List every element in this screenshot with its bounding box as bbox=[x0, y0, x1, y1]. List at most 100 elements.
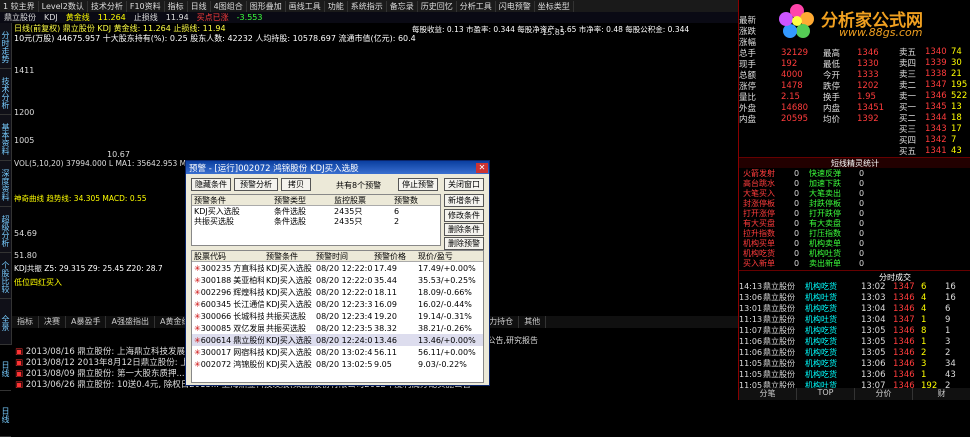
event-stock: 鼎立股份 bbox=[763, 358, 795, 369]
quote-tab[interactable]: 分笔 bbox=[739, 388, 797, 400]
stats-label-2: 卖出新单 bbox=[809, 258, 841, 269]
alert-cell: 08/20 12:23:45 bbox=[314, 312, 372, 321]
left-nav-item[interactable]: 个股比较 bbox=[0, 253, 11, 299]
tick-time: 13:06 bbox=[861, 359, 886, 369]
alert-cell: 9.03/-0.22% bbox=[416, 360, 478, 369]
left-nav: 分时走势技术分析基本资料深度资料超级分析个股比较全景日线日线 bbox=[0, 23, 12, 345]
order-row: 卖三133821 bbox=[739, 68, 970, 79]
alert-row[interactable]: ✳600345长江通信KDJ买入选股08/20 12:23:3616.0916.… bbox=[192, 298, 483, 310]
indicator-tab[interactable]: A暴盈手 bbox=[66, 316, 106, 328]
stats-title: 短线精灵统计 bbox=[739, 158, 970, 168]
order-price: 1342 bbox=[925, 135, 947, 145]
add-condition-button[interactable]: 新增条件 bbox=[444, 194, 484, 207]
alert-row[interactable]: ✳300188美亚柏科KDJ买入选股08/20 12:22:0035.4435.… bbox=[192, 274, 483, 286]
menu-item[interactable]: 4图组合 bbox=[211, 1, 247, 12]
left-nav-item[interactable]: 技术分析 bbox=[0, 69, 11, 115]
indicator-tab[interactable]: 指标 bbox=[12, 316, 39, 328]
quote-tab[interactable]: 财 bbox=[913, 388, 970, 400]
alert-header-cell[interactable]: 预警条件 bbox=[264, 251, 314, 262]
indicator-tab[interactable]: 决赛 bbox=[39, 316, 66, 328]
alert-cell: 08/20 13:02:40 bbox=[314, 348, 372, 357]
toolbar-stop-value: 11.94 bbox=[162, 13, 193, 22]
alert-header-cell[interactable]: 股票代码 bbox=[192, 251, 264, 262]
condition-cell: 共振买选股 bbox=[192, 216, 272, 227]
alert-icon: ✳ bbox=[194, 324, 201, 333]
menu-item[interactable]: 图形叠加 bbox=[247, 1, 286, 12]
dialog-titlebar[interactable]: 预警 - [运行]002072 鸿锦股份 KDJ买入选股 ✕ bbox=[186, 161, 489, 174]
left-nav-item[interactable]: 基本资料 bbox=[0, 115, 11, 161]
condition-table[interactable]: 预警条件预警类型监控股票预警数KDJ买入选股条件选股2435只6共振买选股条件选… bbox=[191, 194, 441, 246]
menu-item[interactable]: 日线 bbox=[188, 1, 211, 12]
menu-item[interactable]: 备忘录 bbox=[387, 1, 418, 12]
close-icon[interactable]: ✕ bbox=[476, 163, 488, 173]
condition-header-cell[interactable]: 监控股票 bbox=[332, 195, 392, 206]
alert-row[interactable]: ✳300066长城科技共振买选股08/20 12:23:4519.2019.14… bbox=[192, 310, 483, 322]
price-axis-1: 1411 bbox=[14, 66, 34, 75]
menu-item[interactable]: 分析工具 bbox=[457, 1, 496, 12]
copy-button[interactable]: 拷贝 bbox=[281, 178, 311, 191]
menu-item[interactable]: 功能 bbox=[325, 1, 348, 12]
alert-row[interactable]: ✳300017网宿科技KDJ买入选股08/20 13:02:4056.1156.… bbox=[192, 346, 483, 358]
menu-item[interactable]: 技术分析 bbox=[88, 1, 127, 12]
order-row: 买一134513 bbox=[739, 101, 970, 112]
close-window-button[interactable]: 关闭窗口 bbox=[444, 178, 484, 191]
toolbar-indicator[interactable]: KDJ bbox=[40, 13, 62, 22]
alert-analysis-button[interactable]: 预警分析 bbox=[234, 178, 278, 191]
condition-header-cell[interactable]: 预警类型 bbox=[272, 195, 332, 206]
menu-item[interactable]: 历史回忆 bbox=[418, 1, 457, 12]
order-volume: 21 bbox=[951, 69, 962, 79]
condition-header-cell[interactable]: 预警数 bbox=[392, 195, 432, 206]
alert-code: 300235 bbox=[201, 264, 232, 273]
event-row: 11:05鼎立股份机构吃货 bbox=[739, 358, 857, 369]
left-nav-item[interactable]: 分时走势 bbox=[0, 23, 11, 69]
stats-row: 机构买单0机构卖单0 bbox=[739, 238, 970, 248]
alert-row[interactable]: ✳002296辉煌科技KDJ买入选股08/20 12:22:0518.1118.… bbox=[192, 286, 483, 298]
left-nav-item[interactable]: 超级分析 bbox=[0, 207, 11, 253]
left-nav-item[interactable]: 深度资料 bbox=[0, 161, 11, 207]
alert-icon: ✳ bbox=[194, 348, 201, 357]
menu-item[interactable]: 系统指示 bbox=[348, 1, 387, 12]
alert-row[interactable]: ✳300085双亿发展共振买选股08/20 12:23:5138.3238.21… bbox=[192, 322, 483, 334]
delete-condition-button[interactable]: 删除条件 bbox=[444, 223, 484, 236]
alert-row[interactable]: ✳600614鼎立股份KDJ买入选股08/20 12:24:0713.4613.… bbox=[192, 334, 483, 346]
stop-alert-button[interactable]: 停止预警 bbox=[398, 178, 438, 191]
menu-item[interactable]: 1 较主界 bbox=[0, 1, 39, 12]
condition-header-cell[interactable]: 预警条件 bbox=[192, 195, 272, 206]
menu-item[interactable]: F10资料 bbox=[127, 1, 165, 12]
menu-item[interactable]: 指标 bbox=[165, 1, 188, 12]
hide-conditions-button[interactable]: 隐藏条件 bbox=[191, 178, 231, 191]
alert-row[interactable]: ✳002072鸿锦股份KDJ买入选股08/20 13:02:519.059.03… bbox=[192, 358, 483, 370]
alert-header-cell[interactable]: 预警时间 bbox=[314, 251, 372, 262]
menu-item[interactable]: 画线工具 bbox=[286, 1, 325, 12]
left-nav-item[interactable]: 全景 bbox=[0, 299, 11, 345]
news-tab-label[interactable]: 公告,研究报告 bbox=[487, 335, 538, 346]
tick-volume: 8 bbox=[921, 326, 926, 336]
tick-volume: 1 bbox=[921, 370, 926, 380]
indicator-tab[interactable]: A强盛指出 bbox=[106, 316, 154, 328]
alert-dialog[interactable]: 预警 - [运行]002072 鸿锦股份 KDJ买入选股 ✕ 隐藏条件 预警分析… bbox=[185, 160, 490, 386]
alert-table[interactable]: 股票代码预警条件预警时间预警价格现价/盈亏✳300235方直科技KDJ买入选股0… bbox=[191, 250, 484, 383]
alert-header-cell[interactable]: 预警价格 bbox=[372, 251, 416, 262]
alert-row[interactable]: ✳300235方直科技KDJ买入选股08/20 12:22:0017.4917.… bbox=[192, 262, 483, 274]
tick-volume: 4 bbox=[921, 293, 926, 303]
quote-tab[interactable]: TOP bbox=[797, 388, 855, 400]
menu-item[interactable]: 坐标类型 bbox=[535, 1, 574, 12]
left-nav-item[interactable]: 日线 bbox=[0, 345, 11, 391]
alert-stock-cell: ✳600345长江通信 bbox=[192, 299, 264, 310]
alert-cell: KDJ买入选股 bbox=[264, 287, 314, 298]
edit-condition-button[interactable]: 修改条件 bbox=[444, 209, 484, 222]
condition-row[interactable]: KDJ买入选股条件选股2435只6 bbox=[192, 206, 440, 216]
quote-tab[interactable]: 分价 bbox=[855, 388, 913, 400]
alert-code: 002072 bbox=[201, 360, 232, 369]
alert-name: 方直科技 bbox=[233, 264, 264, 273]
condition-row[interactable]: 共振买选股条件选股2435只2 bbox=[192, 216, 440, 226]
alert-header-cell[interactable]: 现价/盈亏 bbox=[416, 251, 478, 262]
delete-alert-button[interactable]: 删除预警 bbox=[444, 237, 484, 250]
event-time: 13:06 bbox=[739, 293, 762, 302]
alert-cell: 13.46 bbox=[372, 336, 416, 345]
menu-item[interactable]: Level2数认 bbox=[39, 1, 88, 12]
alert-name: 鸿锦股份 bbox=[233, 360, 264, 369]
left-nav-item[interactable]: 日线 bbox=[0, 391, 11, 437]
menu-item[interactable]: 闪电预警 bbox=[496, 1, 535, 12]
indicator-tab[interactable]: 其他 bbox=[519, 316, 546, 328]
